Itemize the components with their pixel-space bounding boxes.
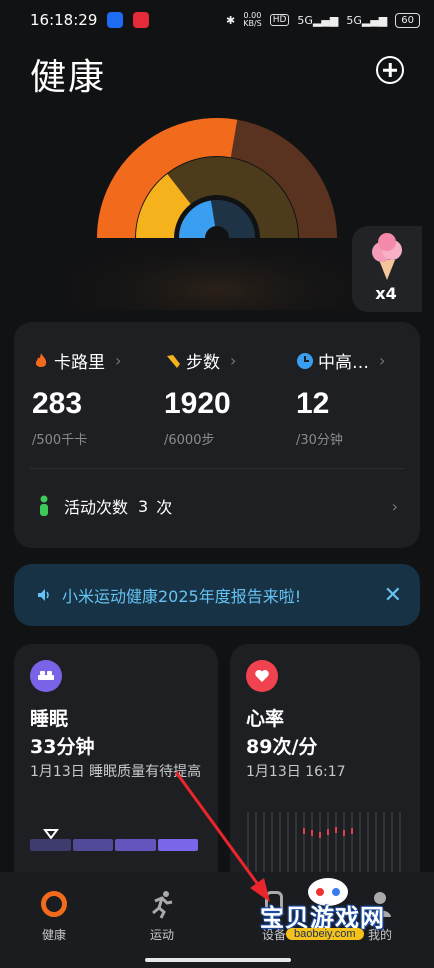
steps-label: 步数 <box>186 353 220 373</box>
signal-icon-1: 5G▂▄▆ <box>297 13 339 27</box>
activity-count: 3 <box>138 496 149 516</box>
chevron-right-icon: › <box>230 351 237 370</box>
badge-card[interactable]: x4 <box>352 226 422 312</box>
nav-workout[interactable]: 运动 <box>122 888 202 943</box>
activity-label: 活动次数 <box>64 498 129 517</box>
calories-goal: /500千卡 <box>32 433 88 448</box>
signal-icon-2: 5G▂▄▆ <box>346 13 388 27</box>
running-icon <box>122 888 202 920</box>
nav-health[interactable]: 健康 <box>14 888 94 943</box>
sleep-stage-bar <box>30 839 198 851</box>
signal-1-label: 5G <box>297 13 313 27</box>
calories-stat[interactable]: 卡路里 › 283 /500千卡 <box>32 348 121 448</box>
annual-report-banner[interactable]: 小米运动健康2025年度报告来啦! ✕ <box>14 564 420 626</box>
sleep-stage-segment <box>115 839 156 851</box>
person-icon <box>40 495 48 516</box>
bed-icon <box>30 660 62 692</box>
banner-text: 小米运动健康2025年度报告来啦! <box>62 587 302 606</box>
steps-value: 1920 <box>164 387 231 420</box>
calories-value: 283 <box>32 387 83 420</box>
calories-label: 卡路里 <box>54 353 105 373</box>
badge-count: x4 <box>375 284 397 303</box>
status-time: 16:18:29 <box>30 11 98 29</box>
app-notification-icon <box>107 12 124 28</box>
page-title: 健康 <box>30 57 107 98</box>
tmall-notification-icon <box>133 12 150 28</box>
speaker-icon <box>38 589 49 601</box>
heart-rate-subtext: 1月13日 16:17 <box>246 764 346 780</box>
signal-2-label: 5G <box>346 13 362 27</box>
steps-goal: /6000步 <box>164 433 215 448</box>
sleep-stage-segment <box>157 839 198 851</box>
sleep-title: 睡眠 <box>30 708 69 730</box>
clock-icon <box>297 352 313 369</box>
stats-card[interactable]: 卡路里 › 283 /500千卡 步数 › 1920 /6000步 中高… › … <box>14 322 420 548</box>
sleep-value: 33分钟 <box>30 736 95 758</box>
status-indicators: ✱ 0.00 KB/S HD 5G▂▄▆ 5G▂▄▆ 60 <box>226 12 420 28</box>
sleep-card[interactable]: 睡眠 33分钟 1月13日 睡眠质量有待提高 <box>14 644 218 894</box>
sleep-stage-segment <box>72 839 113 851</box>
divider <box>30 468 404 469</box>
heart-rate-card[interactable]: 心率 89次/分 1月13日 16:17 <box>230 644 420 894</box>
net-speed: 0.00 KB/S <box>243 12 262 28</box>
intensity-stat[interactable]: 中高… › 12 /30分钟 <box>296 348 385 448</box>
chevron-right-icon: › <box>115 351 122 370</box>
intensity-goal: /30分钟 <box>296 433 343 448</box>
chevron-right-icon: › <box>391 496 398 516</box>
steps-stat[interactable]: 步数 › 1920 /6000步 <box>164 348 236 448</box>
watermark-url: baobeiy.com <box>286 928 364 940</box>
heart-rate-value: 89次/分 <box>246 736 318 758</box>
chevron-right-icon: › <box>379 351 386 370</box>
shoe-icon <box>167 354 180 368</box>
heart-rate-title: 心率 <box>246 708 285 730</box>
flame-icon <box>35 352 47 367</box>
watermark: 宝贝游戏网 baobeiy.com <box>256 874 406 944</box>
activity-unit: 次 <box>156 498 173 517</box>
health-ring-icon <box>41 891 67 917</box>
status-bar: 16:18:29 ✱ 0.00 KB/S HD 5G▂▄▆ 5G▂▄▆ 60 <box>0 0 434 40</box>
sleep-stage-segment <box>30 839 71 851</box>
add-button[interactable] <box>376 56 404 84</box>
hd-icon: HD <box>269 14 290 26</box>
close-icon[interactable]: ✕ <box>384 583 402 608</box>
bluetooth-icon: ✱ <box>225 13 236 27</box>
intensity-label: 中高… <box>318 353 369 373</box>
activity-count-row[interactable]: 活动次数 3 次 › <box>36 494 398 518</box>
battery-icon: 60 <box>395 12 420 28</box>
intensity-value: 12 <box>296 387 330 420</box>
net-speed-unit: KB/S <box>243 19 262 28</box>
nav-health-label: 健康 <box>41 928 66 942</box>
nav-workout-label: 运动 <box>149 928 174 942</box>
ice-cream-icon <box>372 233 402 280</box>
heart-icon <box>246 660 278 692</box>
sleep-subtext: 1月13日 睡眠质量有待提高 <box>30 764 202 780</box>
home-indicator[interactable] <box>145 958 291 962</box>
